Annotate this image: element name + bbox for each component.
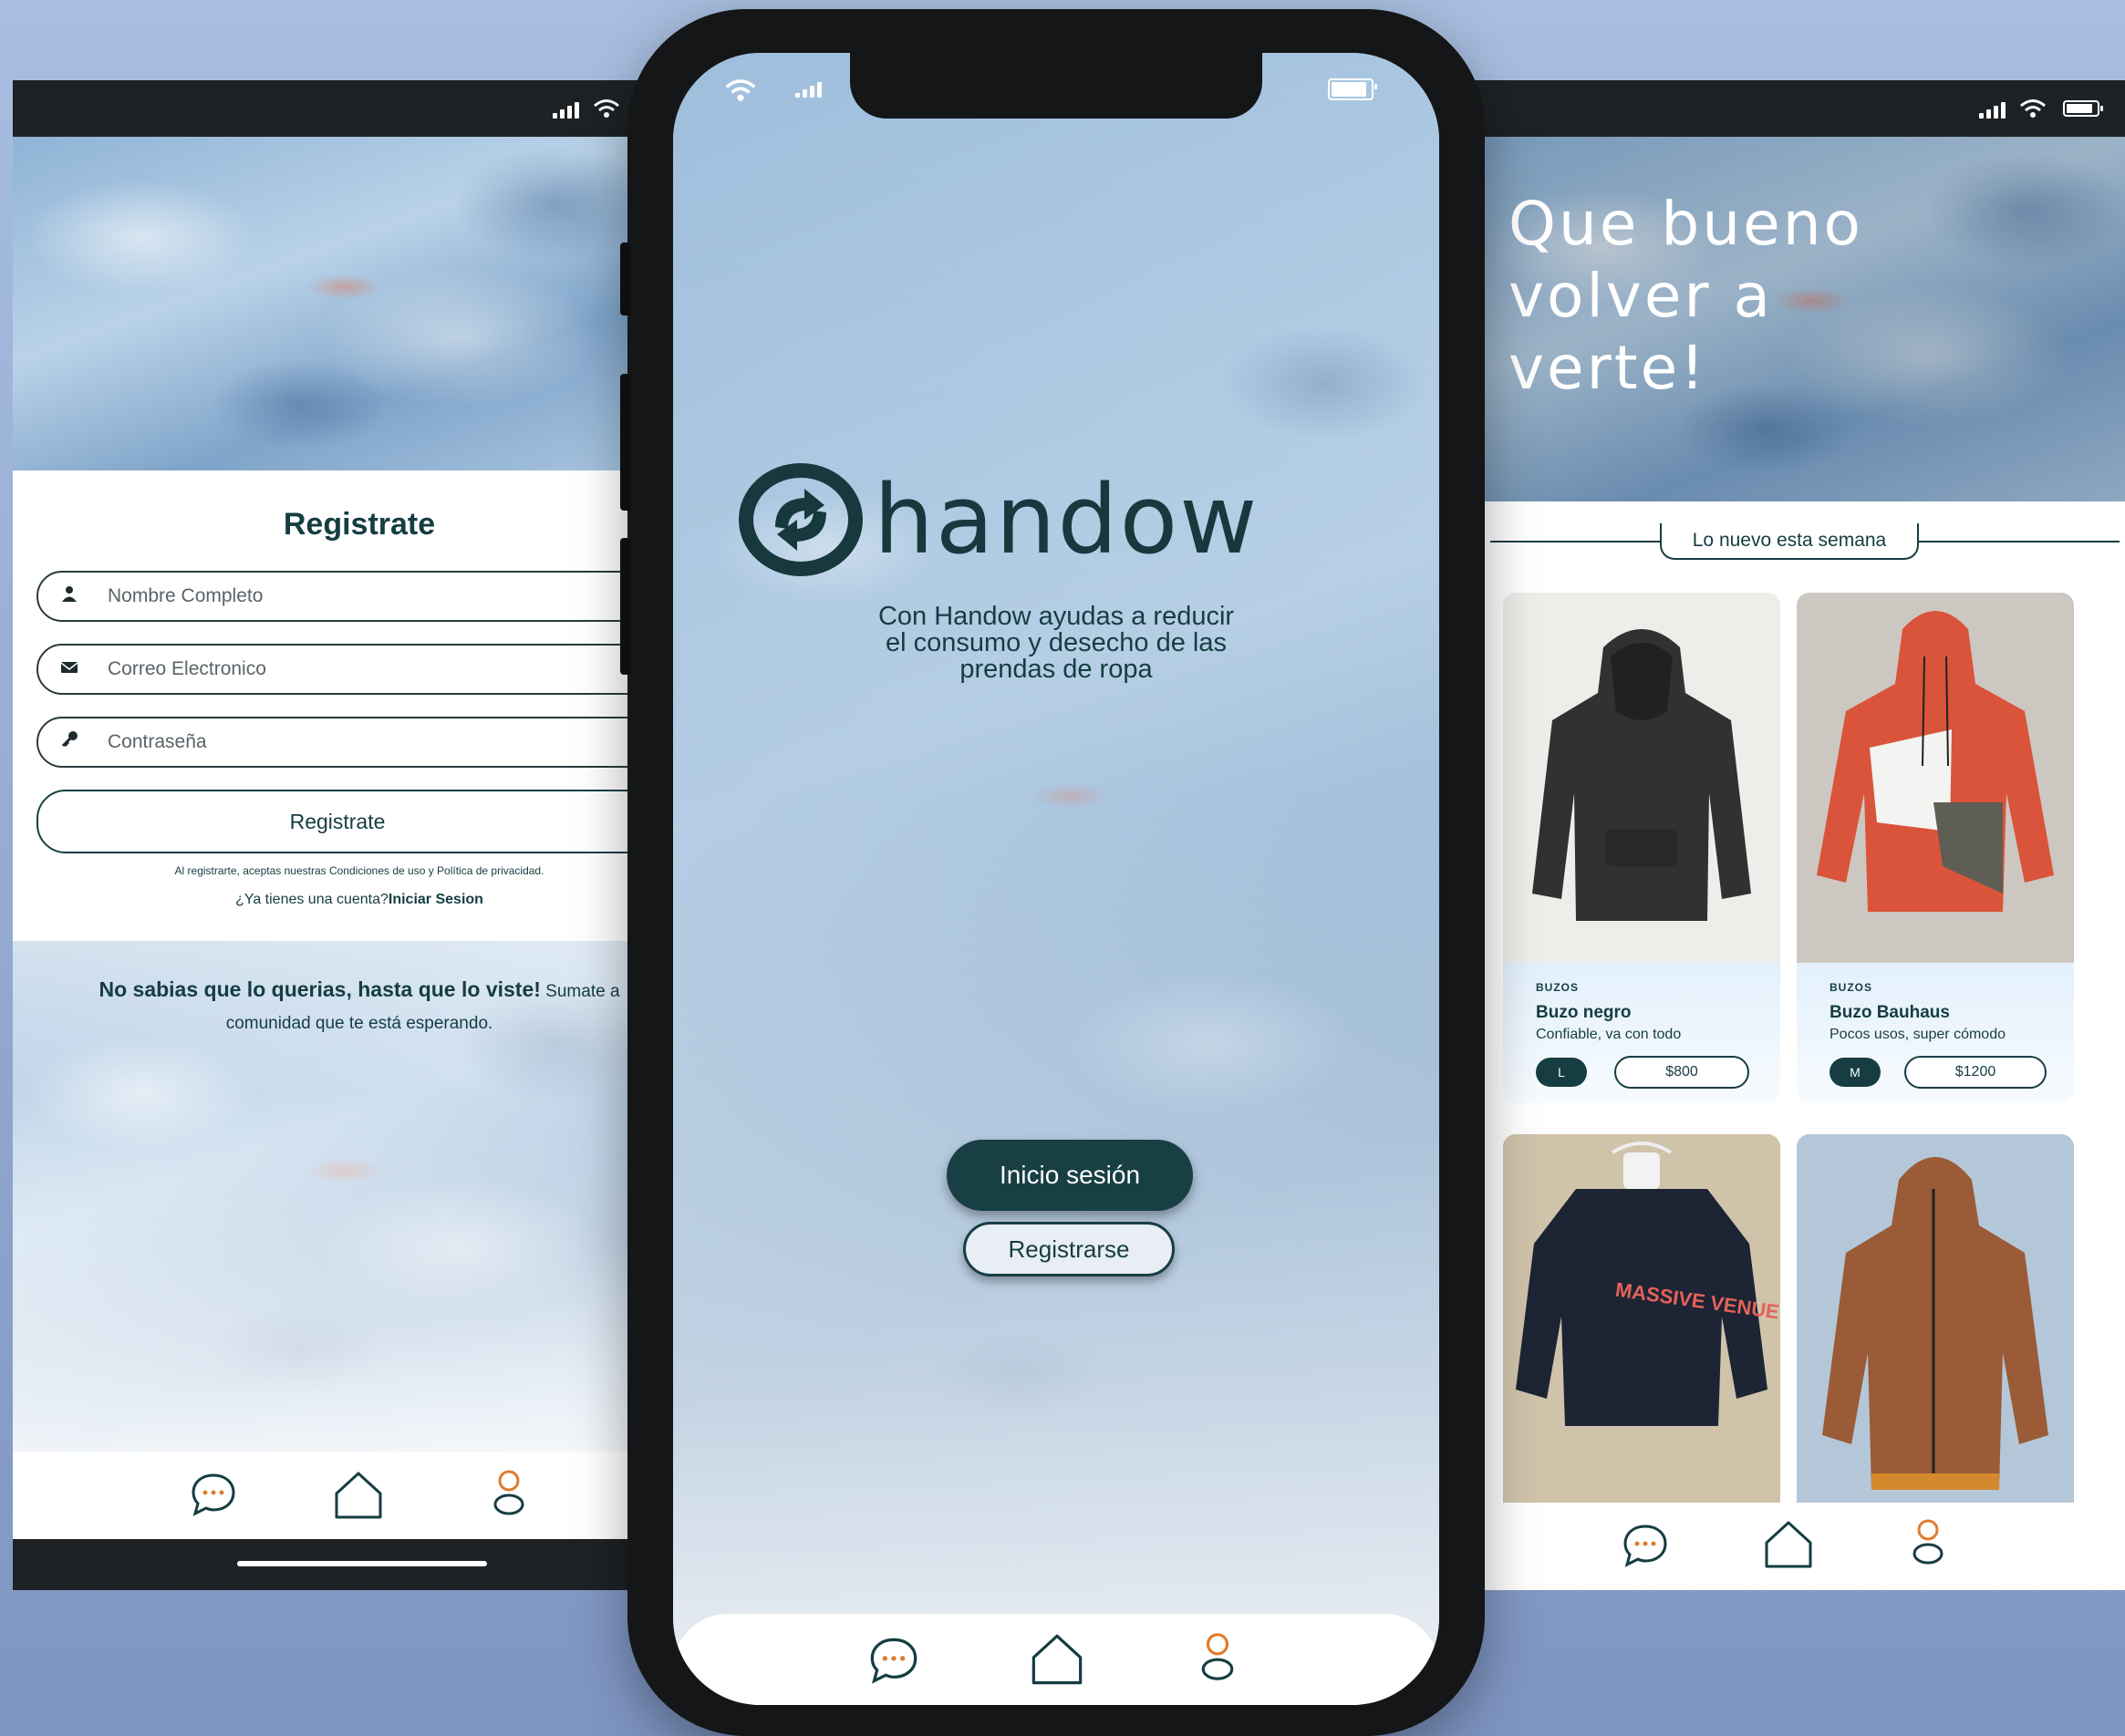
wifi-icon xyxy=(2019,98,2047,123)
greeting-title: Que bueno volver a verte! xyxy=(1508,188,1863,405)
wifi-icon xyxy=(593,98,620,123)
battery-icon xyxy=(2063,100,2103,117)
greeting-line-3: verte! xyxy=(1508,333,1707,404)
side-button xyxy=(620,374,631,511)
chat-icon[interactable] xyxy=(1622,1523,1669,1568)
product-image xyxy=(1797,593,2074,963)
profile-icon[interactable] xyxy=(1910,1517,1946,1566)
greeting-line-1: Que bueno xyxy=(1508,189,1863,259)
home-icon[interactable] xyxy=(1029,1632,1085,1687)
price-button[interactable]: $1200 xyxy=(1904,1056,2047,1089)
product-card[interactable]: BUZOS Buzo negro Confiable, va con todo … xyxy=(1503,593,1780,1103)
size-badge: M xyxy=(1830,1058,1881,1087)
product-image xyxy=(1797,1134,2074,1517)
bottom-nav xyxy=(1472,1503,2125,1590)
email-field[interactable]: Correo Electronico xyxy=(36,644,651,695)
battery-icon xyxy=(1328,78,1377,100)
signal-icon xyxy=(553,102,579,119)
key-icon xyxy=(60,730,89,754)
product-name: Buzo negro xyxy=(1536,1003,1632,1022)
product-category: BUZOS xyxy=(1536,981,1579,994)
center-phone-frame: handow Con Handow ayudas a reducir el co… xyxy=(620,9,1485,1736)
side-button xyxy=(620,538,631,675)
product-info: BUZOS Buzo Bauhaus Pocos usos, super cóm… xyxy=(1797,963,2074,1103)
product-info: BUZOS Buzo negro Confiable, va con todo … xyxy=(1503,963,1780,1103)
product-image xyxy=(1503,593,1780,963)
login-button[interactable]: Inicio sesión xyxy=(947,1140,1193,1211)
product-name: Buzo Bauhaus xyxy=(1830,1003,1950,1022)
greeting-line-2: volver a xyxy=(1508,261,1773,332)
status-bar xyxy=(1472,80,2125,137)
recycle-logo-icon xyxy=(739,463,863,576)
password-field[interactable]: Contraseña xyxy=(36,717,651,768)
product-card[interactable]: MASSIVE VENUE xyxy=(1503,1134,1780,1517)
center-phone-screen: handow Con Handow ayudas a reducir el co… xyxy=(673,53,1439,1705)
login-link[interactable]: Iniciar Sesion xyxy=(389,892,483,907)
register-title: Registrate xyxy=(283,507,436,542)
profile-icon[interactable] xyxy=(1198,1630,1237,1683)
password-field-placeholder: Contraseña xyxy=(108,731,207,752)
section-label: Lo nuevo esta semana xyxy=(1660,523,1919,560)
side-button xyxy=(620,243,631,315)
tagline-line-3: prendas de ropa xyxy=(959,655,1153,684)
product-image: MASSIVE VENUE xyxy=(1503,1134,1780,1517)
promo-rest: Sumate a xyxy=(540,982,620,1001)
signal-icon xyxy=(1979,102,2006,119)
register-submit-button[interactable]: Registrate xyxy=(36,790,651,853)
tagline: Con Handow ayudas a reducir el consumo y… xyxy=(673,604,1439,683)
left-phone-screen: Registrate Nombre Completo Correo Electr… xyxy=(13,80,651,1590)
bottom-nav xyxy=(673,1614,1439,1705)
signal-icon xyxy=(795,82,822,98)
register-submit-label: Registrate xyxy=(289,809,386,833)
envelope-icon xyxy=(60,659,89,680)
product-description: Confiable, va con todo xyxy=(1536,1027,1682,1042)
user-icon xyxy=(60,584,89,608)
name-field-placeholder: Nombre Completo xyxy=(108,585,264,606)
login-button-label: Inicio sesión xyxy=(999,1161,1141,1189)
bottom-nav xyxy=(13,1452,651,1539)
product-card[interactable]: BUZOS Buzo Bauhaus Pocos usos, super cóm… xyxy=(1797,593,2074,1103)
status-bar xyxy=(13,80,651,137)
header-image xyxy=(13,137,651,470)
email-field-placeholder: Correo Electronico xyxy=(108,658,266,679)
notch xyxy=(850,53,1262,119)
product-category: BUZOS xyxy=(1830,981,1872,994)
tagline-line-1: Con Handow ayudas a reducir xyxy=(877,602,1235,631)
name-field[interactable]: Nombre Completo xyxy=(36,571,651,622)
brand-name: handow xyxy=(874,464,1259,575)
section-label-text: Lo nuevo esta semana xyxy=(1692,530,1887,551)
product-card[interactable] xyxy=(1797,1134,2074,1517)
tagline-line-2: el consumo y desecho de las xyxy=(886,628,1227,657)
wifi-icon xyxy=(724,78,757,107)
brand-logo: handow xyxy=(739,463,1259,576)
register-button-label: Registrarse xyxy=(1008,1235,1130,1263)
profile-icon[interactable] xyxy=(491,1468,527,1517)
promo-bold: No sabias que lo querias, hasta que lo v… xyxy=(98,977,541,1001)
home-indicator-bar xyxy=(13,1539,651,1590)
promo-text: No sabias que lo querias, hasta que lo v… xyxy=(13,974,651,1037)
home-icon[interactable] xyxy=(1762,1519,1815,1570)
background-fade xyxy=(673,53,1439,1705)
size-badge: L xyxy=(1536,1058,1587,1087)
chat-icon[interactable] xyxy=(190,1472,237,1517)
promo-line2: comunidad que te está esperando. xyxy=(225,1013,493,1033)
right-phone-screen: Que bueno volver a verte! Lo nuevo esta … xyxy=(1472,80,2125,1590)
chat-icon[interactable] xyxy=(868,1636,919,1685)
terms-text: Al registrarte, aceptas nuestras Condici… xyxy=(174,864,544,877)
product-description: Pocos usos, super cómodo xyxy=(1830,1027,2006,1042)
login-prompt-row: ¿Ya tienes una cuenta?Iniciar Sesion xyxy=(13,892,651,908)
price-button[interactable]: $800 xyxy=(1614,1056,1749,1089)
register-button[interactable]: Registrarse xyxy=(963,1222,1175,1276)
login-prompt-text: ¿Ya tienes una cuenta? xyxy=(235,892,389,907)
home-icon[interactable] xyxy=(332,1470,385,1521)
